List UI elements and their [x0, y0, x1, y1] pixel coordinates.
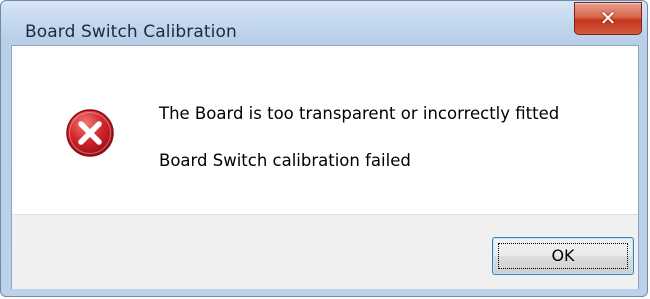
- ok-button[interactable]: OK: [492, 237, 634, 275]
- window-title: Board Switch Calibration: [25, 22, 237, 42]
- error-icon: [66, 109, 114, 157]
- error-message-line-2: Board Switch calibration failed: [159, 151, 411, 170]
- dialog-window: Board Switch Calibration ✕ The Board is …: [0, 0, 648, 297]
- title-bar[interactable]: Board Switch Calibration ✕: [1, 1, 647, 45]
- dialog-body: The Board is too transparent or incorrec…: [11, 45, 639, 289]
- ok-button-label: OK: [551, 246, 575, 265]
- error-message-line-1: The Board is too transparent or incorrec…: [159, 104, 560, 123]
- button-bar: OK: [12, 214, 638, 289]
- close-icon: ✕: [599, 6, 617, 30]
- message-area: The Board is too transparent or incorrec…: [12, 46, 638, 214]
- close-button[interactable]: ✕: [574, 2, 642, 35]
